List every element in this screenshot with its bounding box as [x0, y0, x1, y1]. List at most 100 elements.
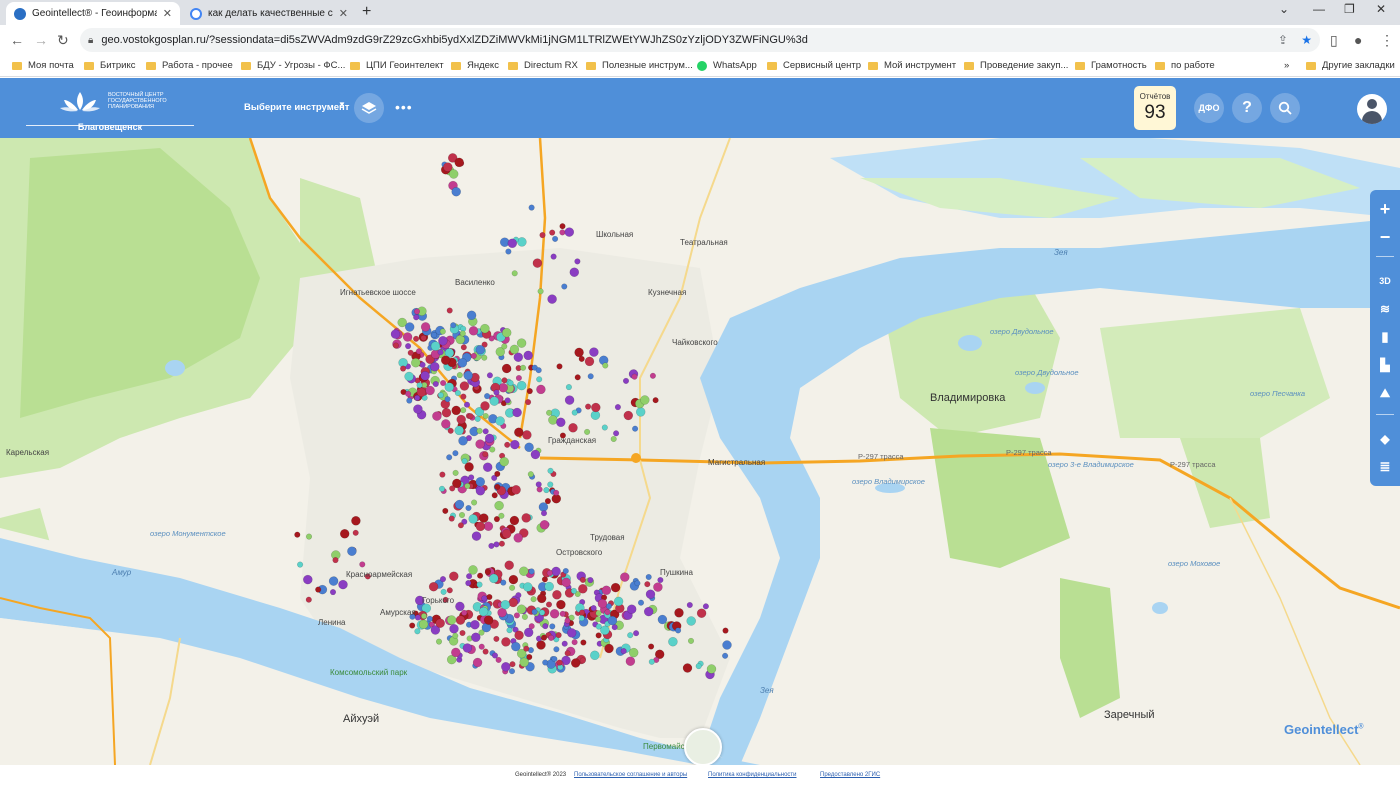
report-point-marker[interactable]	[315, 586, 322, 593]
footer-terms-link[interactable]: Пользовательское соглашение и авторы	[574, 772, 687, 778]
report-point-marker[interactable]	[506, 627, 513, 634]
report-point-marker[interactable]	[550, 253, 557, 260]
wind-layer-button[interactable]: ≋	[1370, 296, 1400, 322]
report-point-marker[interactable]	[687, 637, 695, 644]
report-point-marker[interactable]	[526, 388, 533, 395]
report-point-marker[interactable]	[524, 442, 534, 453]
report-point-marker[interactable]	[547, 481, 554, 488]
report-point-marker[interactable]	[451, 186, 461, 197]
report-point-marker[interactable]	[415, 348, 422, 355]
report-point-marker[interactable]	[559, 223, 566, 230]
report-point-marker[interactable]	[519, 657, 529, 668]
report-point-marker[interactable]	[413, 335, 420, 342]
report-point-marker[interactable]	[525, 399, 532, 406]
report-point-marker[interactable]	[332, 557, 339, 564]
report-point-marker[interactable]	[458, 511, 466, 519]
report-point-marker[interactable]	[420, 322, 431, 332]
report-point-marker[interactable]	[474, 415, 481, 422]
report-point-marker[interactable]	[542, 623, 549, 630]
report-point-marker[interactable]	[511, 485, 521, 495]
report-point-marker[interactable]	[537, 288, 544, 295]
report-point-marker[interactable]	[470, 619, 480, 630]
report-point-marker[interactable]	[430, 361, 440, 372]
report-point-marker[interactable]	[501, 363, 512, 374]
report-point-marker[interactable]	[486, 593, 493, 601]
user-avatar[interactable]	[1357, 94, 1387, 124]
report-point-marker[interactable]	[497, 607, 507, 618]
report-point-marker[interactable]	[520, 364, 527, 371]
report-point-marker[interactable]	[452, 450, 459, 457]
report-point-marker[interactable]	[584, 428, 591, 435]
report-point-marker[interactable]	[494, 500, 504, 511]
report-point-marker[interactable]	[471, 499, 478, 506]
report-point-marker[interactable]	[610, 582, 621, 593]
report-point-marker[interactable]	[407, 349, 414, 356]
close-tab-icon[interactable]: ✕	[163, 7, 172, 20]
report-point-marker[interactable]	[601, 585, 612, 596]
report-point-marker[interactable]	[645, 589, 656, 599]
report-point-marker[interactable]	[458, 436, 468, 446]
report-point-marker[interactable]	[602, 362, 609, 369]
report-points-layer[interactable]	[0, 138, 1400, 765]
report-point-marker[interactable]	[591, 402, 601, 413]
report-point-marker[interactable]	[468, 565, 478, 575]
report-point-marker[interactable]	[556, 659, 563, 666]
report-point-marker[interactable]	[466, 310, 477, 321]
report-point-marker[interactable]	[439, 328, 446, 335]
report-point-marker[interactable]	[585, 403, 592, 410]
report-point-marker[interactable]	[446, 615, 457, 625]
report-point-marker[interactable]	[578, 355, 585, 362]
report-point-marker[interactable]	[552, 590, 562, 600]
report-point-marker[interactable]	[338, 579, 348, 590]
report-point-marker[interactable]	[501, 529, 512, 539]
report-point-marker[interactable]	[498, 512, 505, 519]
report-point-marker[interactable]	[546, 409, 553, 416]
report-point-marker[interactable]	[462, 643, 473, 653]
report-point-marker[interactable]	[625, 656, 636, 666]
report-point-marker[interactable]	[481, 354, 488, 361]
side-panel-icon[interactable]: ▯	[1330, 32, 1338, 49]
report-point-marker[interactable]	[530, 596, 537, 603]
report-point-marker[interactable]	[696, 608, 707, 618]
report-point-marker[interactable]	[539, 609, 546, 616]
report-point-marker[interactable]	[512, 407, 522, 418]
other-bookmarks[interactable]: Другие закладки	[1306, 60, 1395, 71]
report-point-marker[interactable]	[686, 601, 693, 609]
report-point-marker[interactable]	[589, 347, 599, 357]
report-point-marker[interactable]	[440, 588, 447, 595]
report-point-marker[interactable]	[464, 482, 471, 490]
report-point-marker[interactable]	[456, 414, 466, 425]
map-canvas[interactable]: Владимировка Айхуэй Заречный озеро Двудо…	[0, 138, 1400, 765]
report-point-marker[interactable]	[555, 632, 562, 639]
report-point-marker[interactable]	[444, 396, 451, 403]
report-point-marker[interactable]	[432, 411, 442, 421]
report-point-marker[interactable]	[628, 647, 639, 658]
report-point-marker[interactable]	[484, 433, 495, 444]
report-point-marker[interactable]	[548, 415, 558, 425]
footer-provider-link[interactable]: Предоставлено 2ГИС	[820, 772, 880, 778]
report-point-marker[interactable]	[457, 358, 468, 368]
report-point-marker[interactable]	[508, 597, 518, 608]
report-point-marker[interactable]	[359, 561, 366, 568]
report-point-marker[interactable]	[504, 441, 511, 448]
minimize-icon[interactable]: —	[1313, 2, 1325, 16]
report-point-marker[interactable]	[652, 397, 659, 404]
report-point-marker[interactable]	[305, 596, 312, 603]
report-point-marker[interactable]	[539, 232, 546, 239]
report-point-marker[interactable]	[454, 425, 464, 436]
report-point-marker[interactable]	[623, 410, 634, 421]
report-point-marker[interactable]	[413, 404, 423, 414]
report-point-marker[interactable]	[428, 581, 439, 592]
report-point-marker[interactable]	[674, 608, 684, 618]
report-point-marker[interactable]	[416, 382, 423, 389]
report-point-marker[interactable]	[413, 308, 421, 315]
restore-icon[interactable]: ❐	[1344, 2, 1355, 16]
bookmark-star-icon[interactable]: ★	[1301, 33, 1312, 47]
report-point-marker[interactable]	[508, 668, 516, 675]
report-point-marker[interactable]	[528, 568, 535, 575]
report-point-marker[interactable]	[542, 659, 549, 666]
share-icon[interactable]: ⇪	[1278, 33, 1288, 47]
report-point-marker[interactable]	[657, 576, 664, 584]
report-point-marker[interactable]	[483, 615, 494, 625]
report-point-marker[interactable]	[294, 531, 301, 538]
